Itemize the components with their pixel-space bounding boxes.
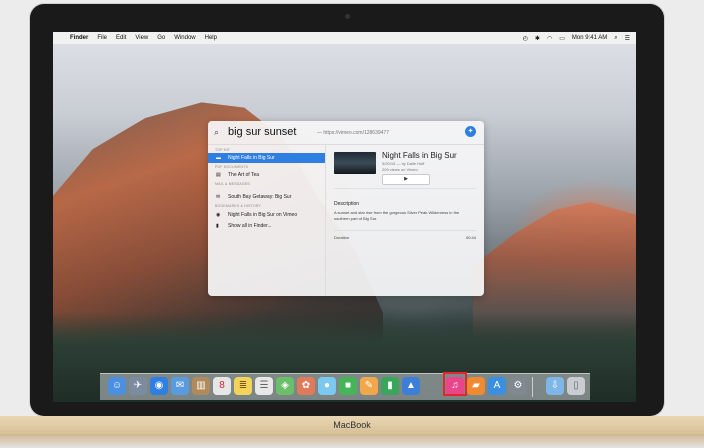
menu-window[interactable]: Window [174, 35, 195, 41]
menu-finder[interactable]: Finder [70, 35, 88, 41]
ibooks-icon[interactable]: ▰ [467, 377, 485, 395]
finder-icon[interactable]: ☺ [108, 377, 126, 395]
bluetooth-icon[interactable]: ✱ [535, 35, 540, 42]
battery-icon[interactable]: ▭ [559, 35, 565, 42]
result-item[interactable]: ▤ The Art of Tea [208, 170, 325, 180]
itunes-highlight-box [443, 372, 467, 396]
spotlight-window: ⌕ big sur sunset — https://vimeo.com/128… [208, 121, 484, 296]
preview-views: 209 views on Vimeo [382, 167, 418, 172]
mail-icon[interactable]: ✉ [171, 377, 189, 395]
system-preferences-icon[interactable]: ⚙ [509, 377, 527, 395]
macbook-label: MacBook [333, 420, 371, 430]
dock: ☺ ✈ ◉ ✉ ▥ 8 ≣ ☰ ◈ ✿ ● ■ ✎ ▮ ▲ ♫ ▰ A ⚙ ⇩ … [100, 373, 590, 400]
messages-icon[interactable]: ● [318, 377, 336, 395]
status-menus: ◴ ✱ ◠ ▭ Mon 9:41 AM ⌕ ☰ [523, 32, 630, 44]
search-icon: ⌕ [214, 127, 220, 137]
desktop-screen: Finder File Edit View Go Window Help ◴ ✱… [53, 32, 636, 402]
spotlight-query[interactable]: big sur sunset [228, 126, 296, 138]
spotlight-search-icon[interactable]: ⌕ [614, 35, 617, 42]
photos-icon[interactable]: ✿ [297, 377, 315, 395]
safari-icon: ◉ [216, 212, 221, 218]
divider [334, 230, 476, 231]
menu-edit[interactable]: Edit [116, 35, 126, 41]
safari-compass-icon: ✦ [465, 126, 476, 137]
numbers-icon[interactable]: ▮ [381, 377, 399, 395]
spotlight-search-bar: ⌕ big sur sunset — https://vimeo.com/128… [208, 121, 484, 145]
downloads-folder-icon[interactable]: ⇩ [546, 377, 564, 395]
play-button[interactable]: ▶ [382, 174, 430, 185]
video-thumbnail[interactable] [334, 152, 376, 174]
section-mail-messages: MAIL & MESSAGES [215, 182, 250, 186]
spotlight-preview: Night Falls in Big Sur 5/20/15 — by Dall… [326, 145, 484, 296]
pdf-icon: ▤ [216, 172, 221, 178]
duration-value: 00:44 [465, 235, 476, 240]
result-item[interactable]: ▬ Night Falls in Big Sur [208, 153, 325, 163]
facetime-icon[interactable]: ■ [339, 377, 357, 395]
section-top-hit: TOP HIT [215, 148, 231, 152]
reminders-icon[interactable]: ☰ [255, 377, 273, 395]
menu-help[interactable]: Help [205, 35, 217, 41]
wifi-icon[interactable]: ◠ [547, 35, 552, 42]
description-text: A sunset and star rise from the gorgeous… [334, 210, 460, 221]
calendar-icon[interactable]: 8 [213, 377, 231, 395]
spotlight-results-list: TOP HIT ▬ Night Falls in Big Sur PDF DOC… [208, 145, 326, 296]
section-bookmarks-history: BOOKMARKS & HISTORY [215, 204, 262, 208]
launchpad-icon[interactable]: ✈ [129, 377, 147, 395]
keynote-icon[interactable]: ▲ [402, 377, 420, 395]
time-machine-icon[interactable]: ◴ [523, 35, 528, 42]
spotlight-url-suggestion: — https://vimeo.com/128639477 [317, 130, 389, 136]
mail-icon: ✉ [216, 194, 221, 200]
menu-clock[interactable]: Mon 9:41 AM [572, 35, 607, 41]
menu-file[interactable]: File [97, 35, 107, 41]
video-icon: ▬ [216, 155, 221, 161]
pages-icon[interactable]: ✎ [360, 377, 378, 395]
notification-center-icon[interactable]: ☰ [625, 35, 630, 42]
description-heading: Description [334, 201, 360, 207]
trash-icon[interactable]: ▯ [567, 377, 585, 395]
preview-date-author: 5/20/15 — by Dalle Huff [382, 161, 425, 166]
menu-go[interactable]: Go [157, 35, 165, 41]
dock-separator [532, 377, 533, 397]
duration-label: Duration [334, 235, 350, 240]
laptop-bottom-edge [0, 434, 704, 448]
finder-icon: ▮ [216, 223, 219, 229]
result-item[interactable]: ▮ Show all in Finder... [208, 221, 325, 231]
result-item[interactable]: ✉ South Bay Getaway: Big Sur [208, 192, 325, 202]
section-pdf-documents: PDF DOCUMENTS [215, 165, 249, 169]
notes-icon[interactable]: ≣ [234, 377, 252, 395]
contacts-icon[interactable]: ▥ [192, 377, 210, 395]
result-item[interactable]: ◉ Night Falls in Big Sur on Vimeo [208, 210, 325, 220]
divider [334, 188, 476, 189]
maps-icon[interactable]: ◈ [276, 377, 294, 395]
app-store-icon[interactable]: A [488, 377, 506, 395]
menu-bar: Finder File Edit View Go Window Help ◴ ✱… [53, 32, 636, 44]
safari-icon[interactable]: ◉ [150, 377, 168, 395]
camera [345, 14, 350, 19]
menu-view[interactable]: View [135, 35, 148, 41]
preview-title: Night Falls in Big Sur [382, 151, 457, 160]
